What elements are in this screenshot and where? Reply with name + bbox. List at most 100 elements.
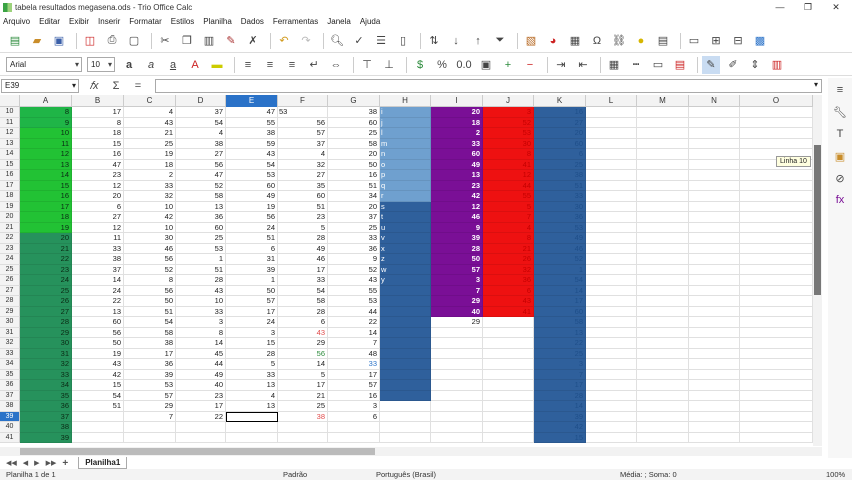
cell-i38[interactable] [431,401,483,412]
cell-b28[interactable]: 22 [72,296,124,307]
cell-k35[interactable]: 7 [534,369,586,380]
menu-arquivo[interactable]: Arquivo [3,17,30,26]
cell-l13[interactable] [586,138,637,149]
cell-g10[interactable]: 38 [328,107,380,118]
cell-l22[interactable] [586,233,637,244]
cell-f40[interactable] [278,422,328,433]
cell-e12[interactable]: 38 [226,128,278,139]
status-page-style[interactable]: Padrão [283,470,307,479]
delete-decimal-icon[interactable]: − [521,56,539,74]
cell-j40[interactable] [483,422,534,433]
cell-i37[interactable] [431,390,483,401]
underline-icon[interactable]: a [164,56,182,74]
font-color-icon[interactable]: A [186,56,204,74]
sort-ascending-icon[interactable]: ↓ [447,32,465,50]
cell-d39[interactable]: 22 [176,411,226,422]
cell-f21[interactable]: 5 [278,222,328,233]
special-character-icon[interactable]: Ω [588,32,606,50]
cell-j19[interactable]: 5 [483,201,534,212]
sort-descending-icon[interactable]: ↑ [469,32,487,50]
cell-n18[interactable] [689,191,740,202]
cell-g28[interactable]: 53 [328,296,380,307]
column-icon[interactable]: ▯ [394,32,412,50]
cell-h27[interactable] [380,285,431,296]
cell-i25[interactable]: 57 [431,264,483,275]
show-draw-functions-icon[interactable]: ▩ [751,32,769,50]
cell-n34[interactable] [689,359,740,370]
cell-f10[interactable]: 53 [278,107,328,118]
cell-n37[interactable] [689,390,740,401]
cell-n12[interactable] [689,128,740,139]
cell-n22[interactable] [689,233,740,244]
cell-c33[interactable]: 17 [124,348,176,359]
redo-icon[interactable]: ↷ [297,32,315,50]
cell-k13[interactable]: 60 [534,138,586,149]
cell-e30[interactable]: 24 [226,317,278,328]
cell-g11[interactable]: 60 [328,117,380,128]
cell-i29[interactable]: 40 [431,306,483,317]
cell-k11[interactable]: 27 [534,117,586,128]
cell-c35[interactable]: 39 [124,369,176,380]
cell-e20[interactable]: 56 [226,212,278,223]
cell-d28[interactable]: 10 [176,296,226,307]
cell-e24[interactable]: 31 [226,254,278,265]
column-header-m[interactable]: M [637,95,689,107]
cell-b29[interactable]: 13 [72,306,124,317]
cell-i19[interactable]: 12 [431,201,483,212]
add-sheet-icon[interactable]: + [62,458,68,469]
cell-b11[interactable]: 8 [72,117,124,128]
functions-icon[interactable]: fx [832,194,848,210]
cell-k41[interactable]: 15 [534,432,586,443]
cell-m23[interactable] [637,243,689,254]
cell-b16[interactable]: 23 [72,170,124,181]
cell-d29[interactable]: 33 [176,306,226,317]
cell-i34[interactable] [431,359,483,370]
cell-i35[interactable] [431,369,483,380]
cell-o18[interactable] [740,191,813,202]
row-header[interactable]: 38 [0,401,20,412]
cell-f16[interactable]: 27 [278,170,328,181]
wrap-text-icon[interactable]: ↵ [305,56,323,74]
cell-h36[interactable] [380,380,431,391]
prev-sheet-icon[interactable]: ◀ [23,459,28,467]
cell-m25[interactable] [637,264,689,275]
menu-formatar[interactable]: Formatar [129,17,161,26]
cell-n41[interactable] [689,432,740,443]
cell-d27[interactable]: 43 [176,285,226,296]
gallery-icon[interactable]: ▣ [832,150,848,166]
cell-o30[interactable] [740,317,813,328]
column-header-g[interactable]: G [328,95,380,107]
export-pdf-icon[interactable]: ◫ [81,32,99,50]
cell-a15[interactable]: 13 [20,159,72,170]
cell-m38[interactable] [637,401,689,412]
cell-a29[interactable]: 27 [20,306,72,317]
row-header[interactable]: 29 [0,306,20,317]
row-icon[interactable]: ☰ [372,32,390,50]
row-header[interactable]: 25 [0,264,20,275]
cell-d12[interactable]: 4 [176,128,226,139]
cell-o16[interactable] [740,170,813,181]
cell-l33[interactable] [586,348,637,359]
cell-m32[interactable] [637,338,689,349]
align-left-icon[interactable]: ≡ [239,56,257,74]
cell-o10[interactable] [740,107,813,118]
cell-a18[interactable]: 16 [20,191,72,202]
cell-g30[interactable]: 22 [328,317,380,328]
cell-a30[interactable]: 28 [20,317,72,328]
cell-l40[interactable] [586,422,637,433]
column-header-n[interactable]: N [689,95,740,107]
column-header-l[interactable]: L [586,95,637,107]
cell-o31[interactable] [740,327,813,338]
cell-h29[interactable] [380,306,431,317]
borders-icon[interactable]: ▦ [605,56,623,74]
cell-h38[interactable] [380,401,431,412]
cell-n20[interactable] [689,212,740,223]
cell-i28[interactable]: 29 [431,296,483,307]
cell-a40[interactable]: 38 [20,422,72,433]
cell-a27[interactable]: 25 [20,285,72,296]
cell-a12[interactable]: 10 [20,128,72,139]
cell-a38[interactable]: 36 [20,401,72,412]
cell-g14[interactable]: 20 [328,149,380,160]
cell-j32[interactable] [483,338,534,349]
column-header-i[interactable]: I [431,95,483,107]
